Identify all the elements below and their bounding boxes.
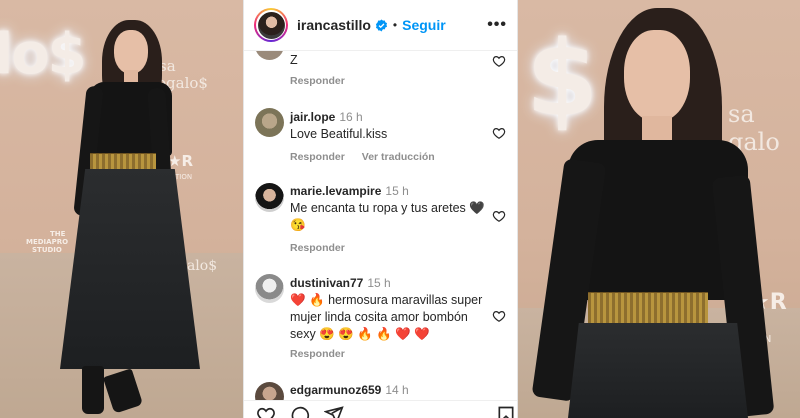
commenter-avatar[interactable] [255, 108, 284, 137]
comment-time: 14 h [385, 383, 409, 397]
comment-text: Z [290, 53, 298, 67]
reply-button[interactable]: Responder [290, 348, 345, 360]
reply-button[interactable]: Responder [290, 75, 345, 87]
comment-time: 16 h [339, 110, 363, 124]
commenter-avatar[interactable] [255, 51, 284, 60]
post-username[interactable]: irancastillo [297, 17, 371, 33]
studio-logo-line1: THE [50, 230, 66, 238]
heart-icon[interactable] [492, 309, 506, 323]
translate-button[interactable]: Ver traducción [362, 151, 435, 163]
profile-avatar[interactable] [254, 8, 288, 42]
comment-username[interactable]: marie.levampire 15 h [290, 184, 409, 198]
comment-text: Me encanta tu ropa y tus aretes 🖤 😘 [290, 201, 485, 232]
comment-actions: Responder Ver traducción [290, 151, 449, 163]
more-icon[interactable]: ••• [487, 16, 507, 34]
commenter-avatar[interactable] [255, 183, 284, 212]
heart-icon[interactable] [492, 209, 506, 223]
comment-icon[interactable] [290, 405, 310, 418]
comment-username[interactable]: edgarmunoz659 14 h [290, 383, 409, 397]
comment-text: ❤️ 🔥 hermosura maravillas super mujer li… [290, 293, 483, 341]
comment-time: 15 h [385, 184, 409, 198]
avatar-image [257, 11, 285, 39]
commenter-avatar[interactable] [255, 274, 284, 303]
post-header: irancastillo • Seguir ••• [244, 0, 517, 51]
studio-logo-line3: STUDIO [32, 246, 62, 254]
save-icon[interactable] [496, 405, 516, 418]
verified-icon [375, 19, 387, 31]
follow-button[interactable]: Seguir [402, 17, 446, 33]
like-icon[interactable] [256, 405, 276, 418]
share-icon[interactable] [324, 405, 344, 418]
left-photo: lo$ osa regalo$ THE MEDIAPRO STUDIO ★R T… [0, 0, 243, 418]
reply-button[interactable]: Responder [290, 151, 345, 163]
comment-actions: Responder [290, 348, 359, 360]
comment-actions: Responder [290, 75, 359, 87]
neon-sign: $ [526, 18, 599, 140]
comment-actions: Responder [290, 242, 359, 254]
action-bar [244, 400, 517, 418]
instagram-panel: irancastillo • Seguir ••• Z Responder ja… [243, 0, 518, 418]
right-photo: $ sa galo ★R CTION [518, 0, 800, 418]
comment-username[interactable]: dustinivan77 15 h [290, 276, 391, 290]
separator: • [392, 18, 398, 32]
comments-list: Z Responder jair.lope 16 h Love Beatiful.… [244, 51, 517, 403]
reply-button[interactable]: Responder [290, 242, 345, 254]
star-logo: ★R [168, 152, 193, 170]
heart-icon[interactable] [492, 126, 506, 140]
comment-time: 15 h [367, 276, 391, 290]
comment-username[interactable]: jair.lope 16 h [290, 110, 363, 124]
star-logo-sub: TION [175, 173, 193, 181]
studio-logo-line2: MEDIAPRO [26, 238, 69, 246]
comment-text: Love Beatiful.kiss [290, 127, 388, 141]
heart-icon[interactable] [492, 54, 506, 68]
neon-sign: lo$ [0, 22, 87, 87]
